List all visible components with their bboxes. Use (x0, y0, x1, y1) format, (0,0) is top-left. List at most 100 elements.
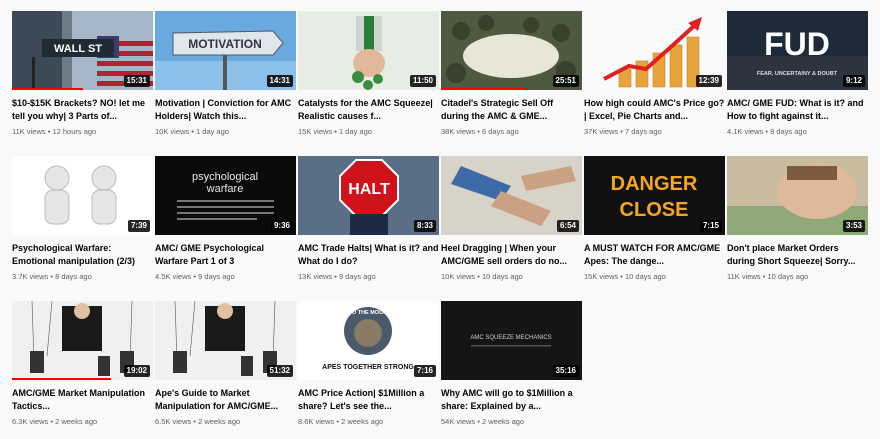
view-count: 11K views (727, 272, 761, 281)
duration-badge: 7:16 (413, 365, 436, 377)
video-thumbnail[interactable]: psychological warfare 9:36 (155, 156, 296, 235)
video-card[interactable]: AMC SQUEEZE MECHANICS 35:16 Why AMC will … (441, 301, 582, 435)
video-meta: 4.5K views • 9 days ago (155, 272, 235, 281)
video-meta: 11K views • 10 days ago (727, 272, 808, 281)
video-thumbnail[interactable]: 7:39 (12, 156, 153, 235)
video-thumbnail[interactable]: DANGER CLOSE 7:15 (584, 156, 725, 235)
video-title[interactable]: Psychological Warfare: Emotional manipul… (12, 242, 153, 268)
upload-age: 1 day ago (338, 127, 372, 136)
video-card[interactable]: HALT 8:33 AMC Trade Halts| What is it? an… (298, 156, 439, 290)
video-thumbnail[interactable]: 3:53 (727, 156, 868, 235)
video-card[interactable]: 11:50 Catalysts for the AMC Squeeze| Real… (298, 11, 439, 145)
duration-badge: 19:02 (123, 365, 150, 377)
video-card[interactable]: 6:54 Heel Dragging | When your AMC/GME se… (441, 156, 582, 290)
video-card[interactable]: MOTIVATION 14:31 Motivation | Conviction f… (155, 11, 296, 145)
video-title[interactable]: Don't place Market Orders during Short S… (727, 242, 868, 268)
video-thumbnail[interactable]: 12:39 (584, 11, 725, 90)
video-meta: 6.5K views • 2 weeks ago (155, 417, 240, 426)
video-title[interactable]: Catalysts for the AMC Squeeze| Realistic… (298, 97, 439, 123)
video-thumbnail[interactable]: 19:02 (12, 301, 153, 380)
video-meta: 4.1K views • 8 days ago (727, 127, 807, 136)
video-title[interactable]: AMC/ GME FUD: What is it? and How to fig… (727, 97, 868, 123)
svg-text:psychological: psychological (192, 171, 258, 183)
view-count: 54K views (441, 417, 476, 426)
view-count: 11K views (12, 127, 46, 136)
view-count: 4.1K views (727, 127, 764, 136)
video-meta: 38K views • 6 days ago (441, 127, 519, 136)
video-thumbnail[interactable]: 25:51 (441, 11, 582, 90)
duration-badge: 7:39 (127, 220, 150, 232)
video-thumbnail[interactable]: AMC SQUEEZE MECHANICS 35:16 (441, 301, 582, 380)
upload-age: 2 weeks ago (481, 417, 525, 426)
meta-separator: • (332, 272, 339, 281)
video-title[interactable]: Why AMC will go to $1Million a share: Ex… (441, 387, 582, 413)
view-count: 6.3K views (12, 417, 49, 426)
video-title[interactable]: A MUST WATCH FOR AMC/GME Apes: The dange… (584, 242, 725, 268)
upload-age: 9 days ago (338, 272, 376, 281)
video-card[interactable]: WALL ST 15:31 $10-$15K Brackets? NO! let … (12, 11, 153, 145)
video-thumbnail[interactable]: 11:50 (298, 11, 439, 90)
video-title[interactable]: AMC Trade Halts| What is it? and What do… (298, 242, 439, 268)
duration-badge: 12:39 (695, 75, 722, 87)
video-meta: 6.3K views • 2 weeks ago (12, 417, 97, 426)
thumbnail-text: AMC SQUEEZE MECHANICS (470, 335, 551, 341)
thumbnail-text: CLOSE (620, 199, 689, 221)
video-card[interactable]: 12:39 How high could AMC's Price go? | Ex… (584, 11, 725, 145)
video-title[interactable]: Ape's Guide to Market Manipulation for A… (155, 387, 296, 413)
duration-badge: 35:16 (552, 365, 579, 377)
video-meta: 11K views • 12 hours ago (12, 127, 96, 136)
video-title[interactable]: Motivation | Conviction for AMC Holders|… (155, 97, 296, 123)
upload-age: 8 days ago (770, 127, 807, 136)
video-card[interactable]: TO THE MOON APES TOGETHER STRONG 7:16 AMC … (298, 301, 439, 435)
video-title[interactable]: AMC/GME Market Manipulation Tactics... (12, 387, 153, 413)
thumbnail-text: HALT (348, 181, 390, 198)
video-card[interactable]: 7:39 Psychological Warfare: Emotional man… (12, 156, 153, 290)
video-meta: 15K views • 1 day ago (298, 127, 372, 136)
video-card[interactable]: 3:53 Don't place Market Orders during Sho… (727, 156, 868, 290)
thumbnail-text: TO THE MOON (349, 310, 388, 316)
video-thumbnail[interactable]: TO THE MOON APES TOGETHER STRONG 7:16 (298, 301, 439, 380)
video-title[interactable]: AMC Price Action| $1Million a share? Let… (298, 387, 439, 413)
duration-badge: 11:50 (409, 75, 436, 87)
video-card[interactable]: psychological warfare 9:36 AMC/ GME Psych… (155, 156, 296, 290)
video-card[interactable]: 51:32 Ape's Guide to Market Manipulation … (155, 301, 296, 435)
video-thumbnail[interactable]: 51:32 (155, 301, 296, 380)
thumbnail-text: DANGER (611, 173, 698, 195)
view-count: 15K views (584, 272, 619, 281)
meta-separator: • (189, 127, 196, 136)
duration-badge: 15:31 (123, 75, 150, 87)
view-count: 4.5K views (155, 272, 192, 281)
thumbnail-text: FUD (764, 26, 830, 62)
duration-badge: 25:51 (552, 75, 579, 87)
video-title[interactable]: Heel Dragging | When your AMC/GME sell o… (441, 242, 582, 268)
video-card[interactable]: 25:51 Citadel's Strategic Sell Off during… (441, 11, 582, 145)
duration-badge: 9:36 (270, 220, 293, 232)
video-thumbnail[interactable]: WALL ST 15:31 (12, 11, 153, 90)
video-title[interactable]: AMC/ GME Psychological Warfare Part 1 of… (155, 242, 296, 268)
video-meta: 8.6K views • 2 weeks ago (298, 417, 383, 426)
upload-age: 12 hours ago (52, 127, 97, 136)
upload-age: 10 days ago (481, 272, 523, 281)
video-card[interactable]: FUD FEAR, UNCERTAINY & DOUBT 9:12 AMC/ GME… (727, 11, 868, 145)
video-thumbnail[interactable]: MOTIVATION 14:31 (155, 11, 296, 90)
video-card[interactable]: DANGER CLOSE 7:15 A MUST WATCH FOR AMC/GME… (584, 156, 725, 290)
duration-badge: 9:12 (842, 75, 865, 87)
upload-age: 1 day ago (195, 127, 229, 136)
video-thumbnail[interactable]: 6:54 (441, 156, 582, 235)
video-card[interactable]: 19:02 AMC/GME Market Manipulation Tactics… (12, 301, 153, 435)
duration-badge: 14:31 (266, 75, 293, 87)
video-thumbnail[interactable]: FUD FEAR, UNCERTAINY & DOUBT 9:12 (727, 11, 868, 90)
upload-age: 6 days ago (481, 127, 519, 136)
video-title[interactable]: $10-$15K Brackets? NO! let me tell you w… (12, 97, 153, 123)
duration-badge: 8:33 (413, 220, 436, 232)
svg-text:warfare: warfare (206, 183, 244, 195)
video-title[interactable]: How high could AMC's Price go? | Excel, … (584, 97, 725, 123)
video-meta: 13K views • 9 days ago (298, 272, 376, 281)
view-count: 38K views (441, 127, 476, 136)
view-count: 6.5K views (155, 417, 192, 426)
upload-age: 7 days ago (624, 127, 662, 136)
video-thumbnail[interactable]: HALT 8:33 (298, 156, 439, 235)
view-count: 15K views (298, 127, 333, 136)
video-title[interactable]: Citadel's Strategic Sell Off during the … (441, 97, 582, 123)
meta-separator: • (618, 272, 625, 281)
